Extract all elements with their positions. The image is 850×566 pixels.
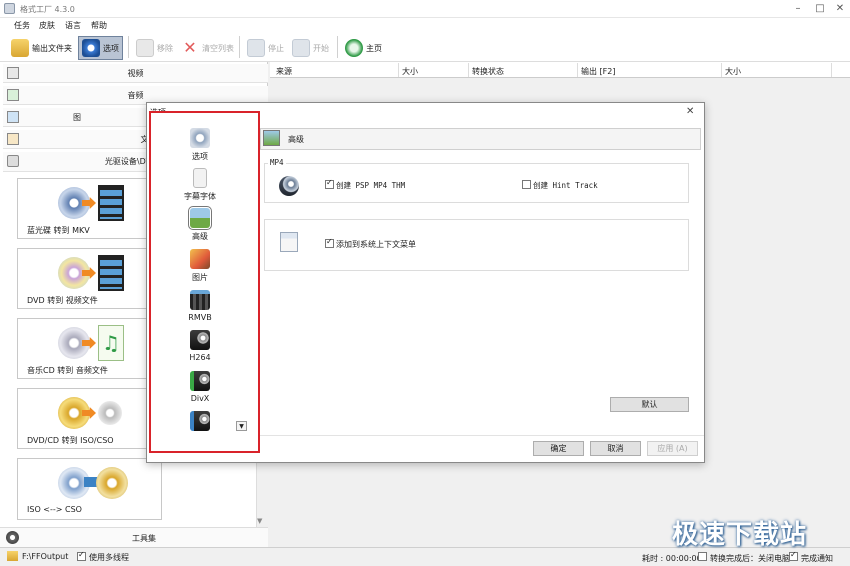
rmvb-icon	[190, 290, 210, 310]
section-header	[260, 128, 701, 150]
mp4-group-label: MP4	[268, 158, 286, 167]
close-icon[interactable]: ✕	[830, 2, 850, 16]
nav-subtitle-font[interactable]: 字幕字体	[170, 168, 230, 206]
font-file-icon	[193, 168, 207, 188]
app-icon	[4, 3, 15, 14]
bluray-icon	[58, 185, 128, 221]
options-button[interactable]: 选项	[78, 36, 123, 60]
cancel-button[interactable]: 取消	[590, 441, 641, 456]
context-menu-checkbox[interactable]	[325, 237, 334, 248]
ok-button[interactable]: 确定	[533, 441, 584, 456]
start-button[interactable]: 开始	[289, 36, 332, 60]
nav-picture[interactable]: 图片	[170, 249, 230, 287]
home-button[interactable]: 主页	[342, 36, 385, 60]
multithread-label: 使用多线程	[89, 553, 129, 562]
output-path[interactable]: F:\FFOutput	[22, 552, 68, 561]
video-codec-icon	[190, 411, 210, 431]
menu-task[interactable]: 任务	[14, 20, 30, 31]
context-menu-label: 添加到系统上下文菜单	[336, 240, 416, 249]
window-title: 格式工厂 4.3.0	[20, 5, 75, 14]
h264-icon	[190, 330, 210, 350]
dvd-icon	[58, 255, 128, 291]
advanced-image-icon	[263, 130, 280, 146]
remove-button[interactable]: 移除	[133, 36, 176, 60]
col-size[interactable]: 大小	[402, 66, 418, 77]
stop-icon	[247, 39, 265, 57]
options-icon	[190, 128, 210, 148]
tile-dvd-to-video[interactable]: DVD 转到 视频文件	[17, 248, 162, 309]
tile-dvdcd-to-iso[interactable]: DVD/CD 转到 ISO/CSO	[17, 388, 162, 449]
psp-thm-checkbox[interactable]	[325, 178, 334, 189]
iso-icon	[58, 395, 128, 431]
output-folder-button[interactable]: 输出文件夹	[8, 36, 75, 60]
nav-more-item[interactable]	[170, 411, 230, 433]
iso-cso-icon	[58, 465, 128, 501]
menu-help[interactable]: 帮助	[91, 20, 107, 31]
menu-bar	[0, 18, 850, 32]
toolset-bar[interactable]: 工具集	[0, 527, 268, 547]
home-icon	[345, 39, 363, 57]
elapsed-time: 耗时 : 00:00:00	[642, 554, 702, 563]
nav-scroll-down-icon[interactable]: ▼	[236, 421, 247, 431]
clear-list-button[interactable]: ✕ 清空列表	[178, 36, 237, 60]
folder-icon	[7, 551, 18, 561]
category-video[interactable]: 视频	[3, 64, 268, 83]
folder-icon	[11, 39, 29, 57]
notify-label: 完成通知	[801, 554, 833, 563]
tile-iso-cso[interactable]: ISO <--> CSO	[17, 458, 162, 520]
scroll-down-icon[interactable]: ▼	[257, 517, 262, 525]
nav-h264[interactable]: H264	[170, 330, 230, 368]
start-icon	[292, 39, 310, 57]
divx-icon	[190, 371, 210, 391]
maximize-icon[interactable]: □	[810, 2, 830, 16]
nav-rmvb[interactable]: RMVB	[170, 290, 230, 328]
hint-track-label: 创建 Hint Track	[533, 181, 598, 190]
picture-icon	[190, 249, 210, 269]
watermark-text: 极速下载站	[672, 520, 808, 550]
advanced-image-icon	[188, 206, 212, 230]
default-button[interactable]: 默认	[610, 397, 689, 412]
hint-track-checkbox[interactable]	[522, 180, 531, 189]
menu-language[interactable]: 语言	[65, 20, 81, 31]
col-status[interactable]: 转换状态	[472, 66, 504, 77]
notify-checkbox[interactable]	[789, 550, 798, 561]
menu-skin[interactable]: 皮肤	[39, 20, 55, 31]
shutdown-label: 转换完成后：关闭电脑	[710, 554, 790, 563]
task-table-header	[270, 62, 850, 78]
tile-bluray-to-mkv[interactable]: 蓝光碟 转到 MKV	[17, 178, 162, 239]
stop-button[interactable]: 停止	[244, 36, 287, 60]
section-title: 高级	[288, 135, 304, 144]
multithread-checkbox[interactable]	[77, 550, 86, 561]
apply-button[interactable]: 应用 (A)	[647, 441, 698, 456]
nav-options[interactable]: 选项	[170, 128, 230, 166]
clear-icon: ✕	[183, 38, 197, 57]
tile-audiocd-to-audio[interactable]: ♫ 音乐CD 转到 音频文件	[17, 318, 162, 379]
audio-cd-icon: ♫	[58, 325, 128, 361]
nav-divx[interactable]: DivX	[170, 371, 230, 409]
remove-icon	[136, 39, 154, 57]
minimize-icon[interactable]: –	[788, 2, 808, 16]
col-output-size[interactable]: 大小	[725, 66, 741, 77]
title-bar	[0, 0, 850, 18]
dialog-close-icon[interactable]: ✕	[686, 106, 694, 117]
gear-icon	[82, 39, 100, 57]
shutdown-checkbox[interactable]	[698, 552, 707, 561]
mp4-film-icon	[279, 176, 299, 196]
psp-thm-label: 创建 PSP MP4 THM	[336, 181, 406, 190]
nav-advanced[interactable]: 高级	[170, 206, 230, 246]
col-source[interactable]: 来源	[276, 66, 292, 77]
window-icon	[280, 232, 298, 252]
col-output[interactable]: 输出 [F2]	[581, 66, 615, 77]
